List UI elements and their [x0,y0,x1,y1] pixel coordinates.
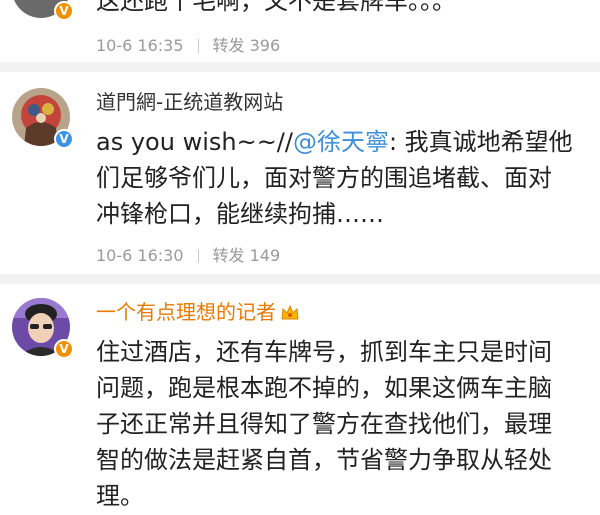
comment-meta: 10-6 16:30 转发 149 [96,242,280,266]
avatar[interactable]: V [12,298,74,359]
repost-button[interactable]: 转发 396 [213,36,281,55]
comment-item: V 一个有点理想的记者 住过酒店，还有车牌号，抓到车主只是时间 问题，跑是根本跑… [0,284,600,515]
verified-badge-icon: V [54,129,74,149]
comment-item: V 这还跑个毛啊，又不是套牌车。。。 10-6 16:35 转发 396 [0,0,600,62]
verified-badge-icon: V [54,339,74,359]
comment-text: as you wish~~//@徐天寧: 我真诚地希望他 们足够爷们儿，面对警方… [96,128,573,228]
divider [0,62,600,72]
avatar[interactable]: V [12,0,74,21]
repost-count: 149 [249,246,281,265]
divider [0,274,600,284]
repost-count: 396 [249,36,281,55]
comment-text: 这还跑个毛啊，又不是套牌车。。。 [96,0,456,15]
username[interactable]: 道門網-正统道教网站 [96,86,283,115]
username[interactable]: 一个有点理想的记者 [96,296,300,327]
comment-text: 住过酒店，还有车牌号，抓到车主只是时间 问题，跑是根本跑不掉的，如果这俩车主脑 … [96,338,552,510]
verified-badge-icon: V [54,1,74,21]
comment-date: 10-6 16:35 [96,36,184,55]
vip-crown-icon [280,303,300,327]
repost-button[interactable]: 转发 149 [213,246,281,265]
comment-meta: 10-6 16:35 转发 396 [96,32,280,56]
avatar[interactable]: V [12,88,74,149]
comment-item: V 道門網-正统道教网站 as you wish~~//@徐天寧: 我真诚地希望… [0,72,600,282]
comment-date: 10-6 16:30 [96,246,184,265]
mention-link[interactable]: @徐天寧 [293,128,389,156]
